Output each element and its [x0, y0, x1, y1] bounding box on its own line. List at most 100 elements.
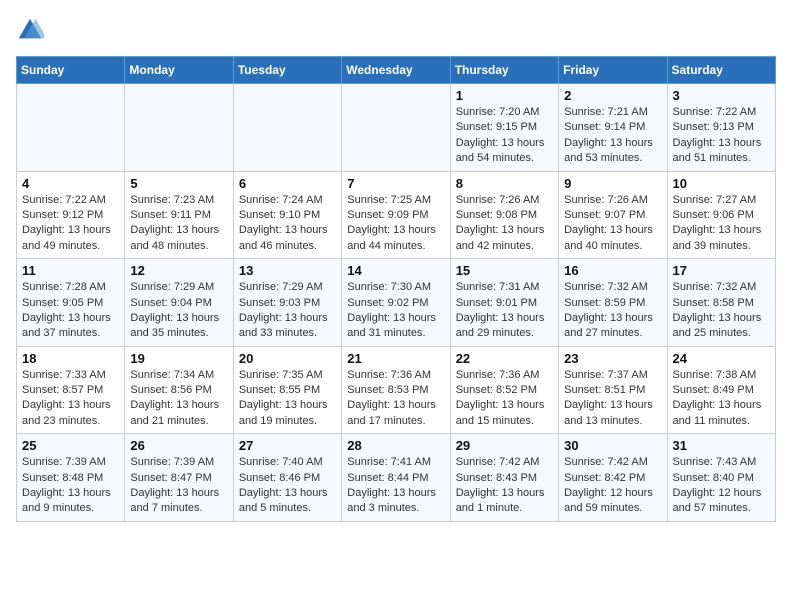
- day-info: Sunrise: 7:29 AM Sunset: 9:03 PM Dayligh…: [239, 280, 336, 342]
- day-number: 23: [564, 351, 661, 366]
- day-info: Sunrise: 7:42 AM Sunset: 8:42 PM Dayligh…: [564, 455, 661, 517]
- calendar-cell: 5 Sunrise: 7:23 AM Sunset: 9:11 PM Daylig…: [125, 171, 233, 259]
- day-info: Sunrise: 7:27 AM Sunset: 9:06 PM Dayligh…: [673, 193, 770, 255]
- calendar-cell: 4 Sunrise: 7:22 AM Sunset: 9:12 PM Daylig…: [17, 171, 125, 259]
- calendar-cell: 12 Sunrise: 7:29 AM Sunset: 9:04 PM Dayli…: [125, 259, 233, 347]
- calendar-week-2: 4 Sunrise: 7:22 AM Sunset: 9:12 PM Daylig…: [17, 171, 776, 259]
- day-info: Sunrise: 7:23 AM Sunset: 9:11 PM Dayligh…: [130, 193, 227, 255]
- day-number: 12: [130, 263, 227, 278]
- day-number: 13: [239, 263, 336, 278]
- day-info: Sunrise: 7:33 AM Sunset: 8:57 PM Dayligh…: [22, 368, 119, 430]
- day-info: Sunrise: 7:22 AM Sunset: 9:12 PM Dayligh…: [22, 193, 119, 255]
- day-info: Sunrise: 7:32 AM Sunset: 8:59 PM Dayligh…: [564, 280, 661, 342]
- weekday-header-thursday: Thursday: [450, 57, 558, 84]
- weekday-header-wednesday: Wednesday: [342, 57, 450, 84]
- day-info: Sunrise: 7:26 AM Sunset: 9:07 PM Dayligh…: [564, 193, 661, 255]
- calendar-table: SundayMondayTuesdayWednesdayThursdayFrid…: [16, 56, 776, 522]
- calendar-cell: 28 Sunrise: 7:41 AM Sunset: 8:44 PM Dayli…: [342, 434, 450, 522]
- weekday-header-tuesday: Tuesday: [233, 57, 341, 84]
- calendar-cell: 11 Sunrise: 7:28 AM Sunset: 9:05 PM Dayli…: [17, 259, 125, 347]
- day-info: Sunrise: 7:25 AM Sunset: 9:09 PM Dayligh…: [347, 193, 444, 255]
- day-info: Sunrise: 7:42 AM Sunset: 8:43 PM Dayligh…: [456, 455, 553, 517]
- day-number: 4: [22, 176, 119, 191]
- calendar-cell: 19 Sunrise: 7:34 AM Sunset: 8:56 PM Dayli…: [125, 346, 233, 434]
- day-info: Sunrise: 7:21 AM Sunset: 9:14 PM Dayligh…: [564, 105, 661, 167]
- day-info: Sunrise: 7:29 AM Sunset: 9:04 PM Dayligh…: [130, 280, 227, 342]
- day-info: Sunrise: 7:37 AM Sunset: 8:51 PM Dayligh…: [564, 368, 661, 430]
- calendar-cell: [233, 84, 341, 172]
- calendar-cell: 18 Sunrise: 7:33 AM Sunset: 8:57 PM Dayli…: [17, 346, 125, 434]
- calendar-cell: 16 Sunrise: 7:32 AM Sunset: 8:59 PM Dayli…: [559, 259, 667, 347]
- day-number: 15: [456, 263, 553, 278]
- day-number: 31: [673, 438, 770, 453]
- day-number: 6: [239, 176, 336, 191]
- day-number: 26: [130, 438, 227, 453]
- calendar-week-3: 11 Sunrise: 7:28 AM Sunset: 9:05 PM Dayli…: [17, 259, 776, 347]
- day-info: Sunrise: 7:32 AM Sunset: 8:58 PM Dayligh…: [673, 280, 770, 342]
- weekday-header-monday: Monday: [125, 57, 233, 84]
- day-info: Sunrise: 7:41 AM Sunset: 8:44 PM Dayligh…: [347, 455, 444, 517]
- day-info: Sunrise: 7:39 AM Sunset: 8:47 PM Dayligh…: [130, 455, 227, 517]
- day-number: 20: [239, 351, 336, 366]
- day-info: Sunrise: 7:22 AM Sunset: 9:13 PM Dayligh…: [673, 105, 770, 167]
- calendar-week-1: 1 Sunrise: 7:20 AM Sunset: 9:15 PM Daylig…: [17, 84, 776, 172]
- day-number: 22: [456, 351, 553, 366]
- calendar-cell: 26 Sunrise: 7:39 AM Sunset: 8:47 PM Dayli…: [125, 434, 233, 522]
- calendar-cell: 3 Sunrise: 7:22 AM Sunset: 9:13 PM Daylig…: [667, 84, 775, 172]
- day-number: 28: [347, 438, 444, 453]
- day-number: 14: [347, 263, 444, 278]
- day-number: 1: [456, 88, 553, 103]
- calendar-cell: 23 Sunrise: 7:37 AM Sunset: 8:51 PM Dayli…: [559, 346, 667, 434]
- day-number: 19: [130, 351, 227, 366]
- day-number: 17: [673, 263, 770, 278]
- calendar-cell: 27Sunrise: 7:40 AM Sunset: 8:46 PM Dayli…: [233, 434, 341, 522]
- day-number: 16: [564, 263, 661, 278]
- day-number: 5: [130, 176, 227, 191]
- day-number: 9: [564, 176, 661, 191]
- day-info: Sunrise: 7:36 AM Sunset: 8:53 PM Dayligh…: [347, 368, 444, 430]
- calendar-week-5: 25 Sunrise: 7:39 AM Sunset: 8:48 PM Dayli…: [17, 434, 776, 522]
- logo: [16, 16, 48, 44]
- weekday-header-sunday: Sunday: [17, 57, 125, 84]
- day-number: 7: [347, 176, 444, 191]
- calendar-cell: [17, 84, 125, 172]
- day-number: 25: [22, 438, 119, 453]
- calendar-cell: 31 Sunrise: 7:43 AM Sunset: 8:40 PM Dayli…: [667, 434, 775, 522]
- day-number: 18: [22, 351, 119, 366]
- day-info: Sunrise: 7:34 AM Sunset: 8:56 PM Dayligh…: [130, 368, 227, 430]
- day-info: Sunrise: 7:24 AM Sunset: 9:10 PM Dayligh…: [239, 193, 336, 255]
- day-number: 10: [673, 176, 770, 191]
- day-info: Sunrise: 7:20 AM Sunset: 9:15 PM Dayligh…: [456, 105, 553, 167]
- calendar-cell: 6 Sunrise: 7:24 AM Sunset: 9:10 PM Daylig…: [233, 171, 341, 259]
- day-info: Sunrise: 7:43 AM Sunset: 8:40 PM Dayligh…: [673, 455, 770, 517]
- day-number: 2: [564, 88, 661, 103]
- day-info: Sunrise: 7:30 AM Sunset: 9:02 PM Dayligh…: [347, 280, 444, 342]
- day-number: 21: [347, 351, 444, 366]
- calendar-cell: 24Sunrise: 7:38 AM Sunset: 8:49 PM Dayli…: [667, 346, 775, 434]
- day-number: 8: [456, 176, 553, 191]
- calendar-cell: 7 Sunrise: 7:25 AM Sunset: 9:09 PM Daylig…: [342, 171, 450, 259]
- day-number: 3: [673, 88, 770, 103]
- day-number: 11: [22, 263, 119, 278]
- calendar-cell: 9 Sunrise: 7:26 AM Sunset: 9:07 PM Daylig…: [559, 171, 667, 259]
- weekday-header-saturday: Saturday: [667, 57, 775, 84]
- calendar-cell: 25 Sunrise: 7:39 AM Sunset: 8:48 PM Dayli…: [17, 434, 125, 522]
- day-number: 29: [456, 438, 553, 453]
- calendar-cell: 1 Sunrise: 7:20 AM Sunset: 9:15 PM Daylig…: [450, 84, 558, 172]
- day-number: 27: [239, 438, 336, 453]
- weekday-header-friday: Friday: [559, 57, 667, 84]
- day-info: Sunrise: 7:31 AM Sunset: 9:01 PM Dayligh…: [456, 280, 553, 342]
- day-info: Sunrise: 7:28 AM Sunset: 9:05 PM Dayligh…: [22, 280, 119, 342]
- day-number: 30: [564, 438, 661, 453]
- day-info: Sunrise: 7:39 AM Sunset: 8:48 PM Dayligh…: [22, 455, 119, 517]
- calendar-cell: 13 Sunrise: 7:29 AM Sunset: 9:03 PM Dayli…: [233, 259, 341, 347]
- day-info: Sunrise: 7:35 AM Sunset: 8:55 PM Dayligh…: [239, 368, 336, 430]
- generalblue-logo-icon: [16, 16, 44, 44]
- calendar-cell: [125, 84, 233, 172]
- day-info: Sunrise: 7:26 AM Sunset: 9:08 PM Dayligh…: [456, 193, 553, 255]
- day-number: 24: [673, 351, 770, 366]
- calendar-cell: 2 Sunrise: 7:21 AM Sunset: 9:14 PM Daylig…: [559, 84, 667, 172]
- calendar-cell: [342, 84, 450, 172]
- page-header: [16, 16, 776, 44]
- calendar-cell: 10 Sunrise: 7:27 AM Sunset: 9:06 PM Dayli…: [667, 171, 775, 259]
